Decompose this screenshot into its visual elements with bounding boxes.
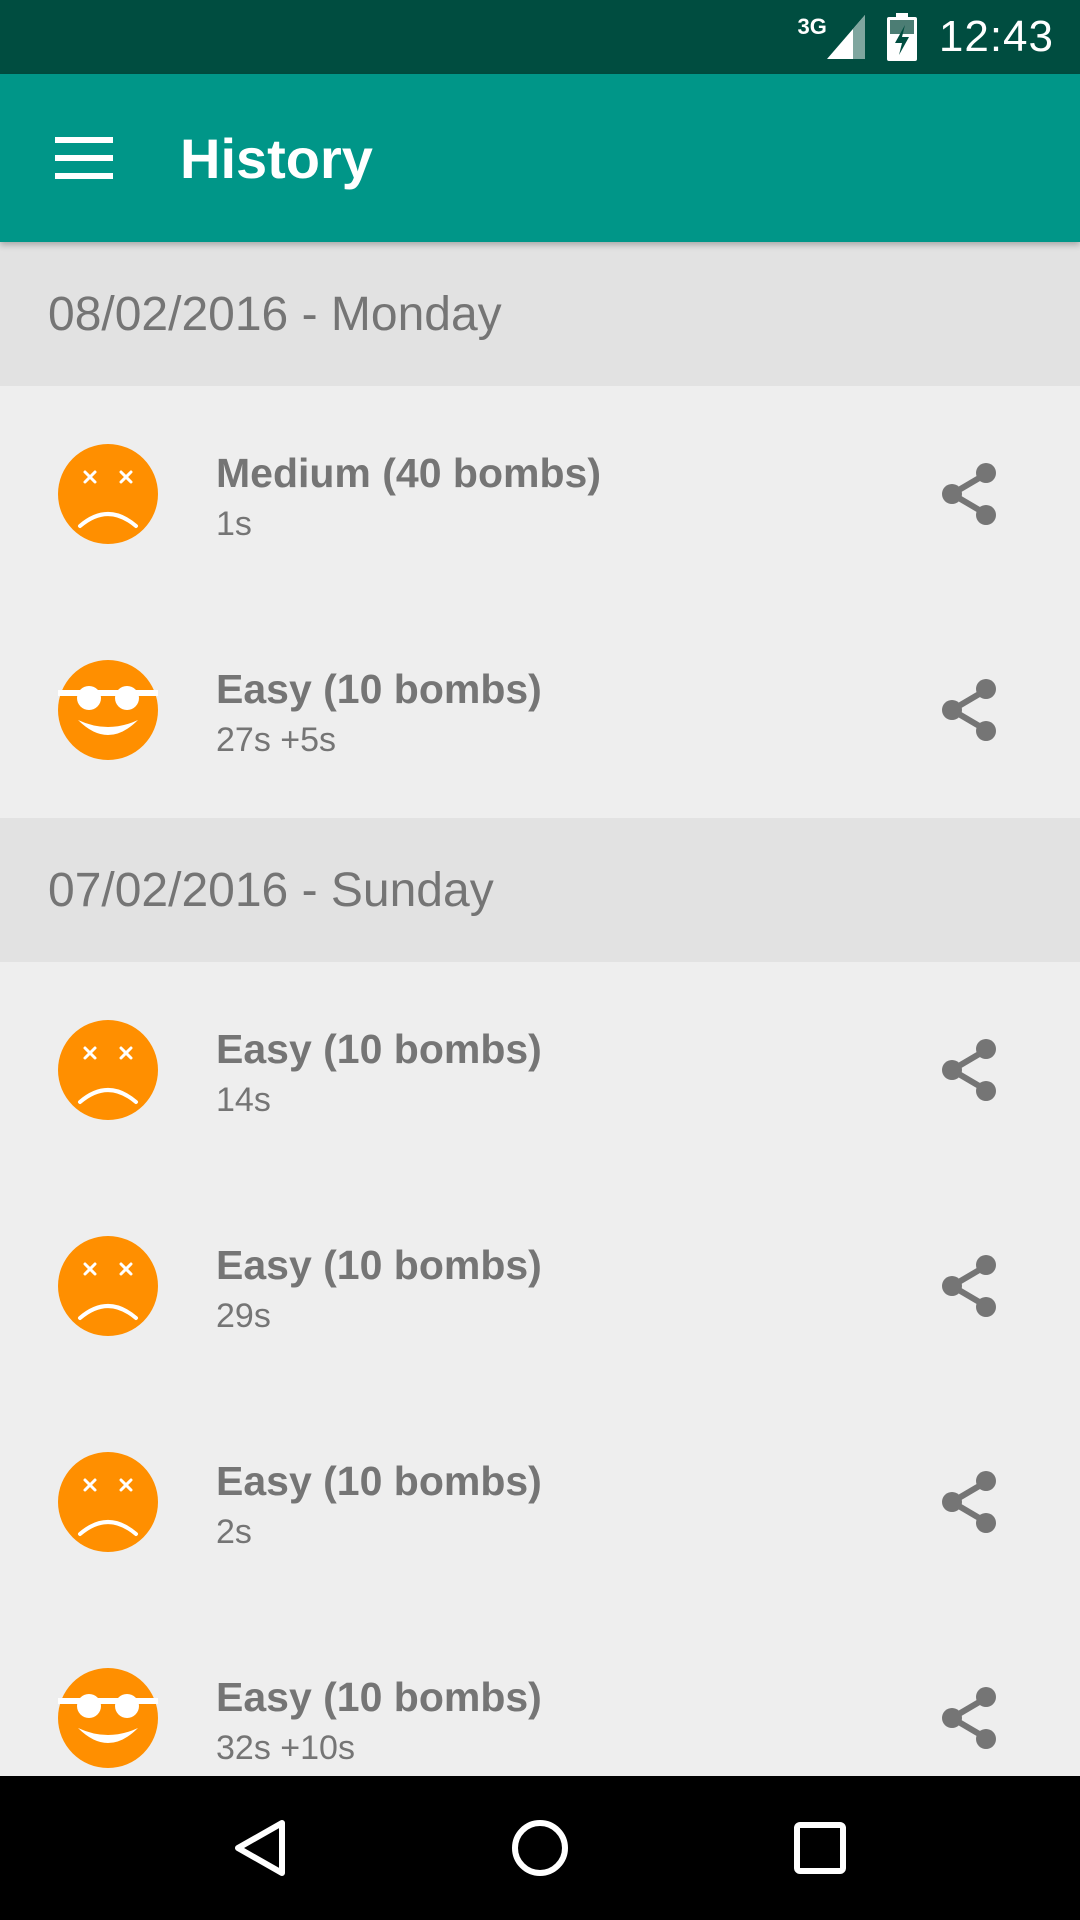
difficulty-label: Easy (10 bombs) [216,666,542,712]
sad-face-icon [58,1236,158,1336]
hamburger-menu-icon [55,137,113,179]
history-item-text: Easy (10 bombs) 2s [216,1456,542,1552]
network-type: 3G [797,14,827,39]
page-title: History [180,126,373,190]
share-button[interactable] [938,1470,1002,1539]
home-button[interactable] [490,1798,590,1898]
history-item-text: Easy (10 bombs) 14s [216,1024,542,1120]
menu-button[interactable] [42,116,126,200]
share-icon [940,462,1000,531]
history-item-text: Medium (40 bombs) 1s [216,448,601,544]
difficulty-label: Easy (10 bombs) [216,1674,542,1720]
game-time: 27s +5s [216,721,337,759]
history-item-text: Easy (10 bombs) 32s +10s [216,1672,542,1768]
share-button[interactable] [938,1038,1002,1107]
recents-square-icon [794,1822,846,1874]
game-time: 14s [216,1081,271,1119]
battery-icon [886,13,917,61]
cell-signal-icon [826,15,865,59]
difficulty-label: Medium (40 bombs) [216,450,601,496]
screen: 3G 12:43 History 08/02/2016 - Monday Med… [0,0,1080,1920]
difficulty-label: Easy (10 bombs) [216,1026,542,1072]
cool-face-icon [58,660,158,760]
signal-group: 3G [797,14,865,59]
section-header: 08/02/2016 - Monday [0,242,1080,386]
difficulty-label: Easy (10 bombs) [216,1242,542,1288]
app-bar: History [0,74,1080,242]
sad-face-icon [58,444,158,544]
share-button[interactable] [938,678,1002,747]
history-item[interactable]: Easy (10 bombs) 32s +10s [0,1610,1080,1776]
status-bar: 3G 12:43 [0,0,1080,74]
share-button[interactable] [938,462,1002,531]
share-icon [940,1254,1000,1323]
clock: 12:43 [938,12,1054,61]
history-list[interactable]: 08/02/2016 - Monday Medium (40 bombs) 1s Ea… [0,242,1080,1776]
history-item[interactable]: Easy (10 bombs) 2s [0,1394,1080,1610]
game-time: 1s [216,505,252,543]
game-time: 32s +10s [216,1729,355,1767]
home-circle-icon [512,1820,568,1876]
share-button[interactable] [938,1254,1002,1323]
sad-face-icon [58,1452,158,1552]
history-item[interactable]: Easy (10 bombs) 14s [0,962,1080,1178]
history-item-text: Easy (10 bombs) 29s [216,1240,542,1336]
history-item[interactable]: Medium (40 bombs) 1s [0,386,1080,602]
navigation-bar [0,1776,1080,1920]
recents-button[interactable] [770,1798,870,1898]
back-button[interactable] [210,1798,310,1898]
game-time: 29s [216,1297,271,1335]
sad-face-icon [58,1020,158,1120]
history-item[interactable]: Easy (10 bombs) 27s +5s [0,602,1080,818]
game-time: 2s [216,1513,252,1551]
section-header: 07/02/2016 - Sunday [0,818,1080,962]
history-item[interactable]: Easy (10 bombs) 29s [0,1178,1080,1394]
back-triangle-icon [235,1820,285,1876]
difficulty-label: Easy (10 bombs) [216,1458,542,1504]
share-icon [940,1686,1000,1755]
share-icon [940,1470,1000,1539]
cool-face-icon [58,1668,158,1768]
share-icon [940,678,1000,747]
share-icon [940,1038,1000,1107]
share-button[interactable] [938,1686,1002,1755]
history-item-text: Easy (10 bombs) 27s +5s [216,664,542,760]
